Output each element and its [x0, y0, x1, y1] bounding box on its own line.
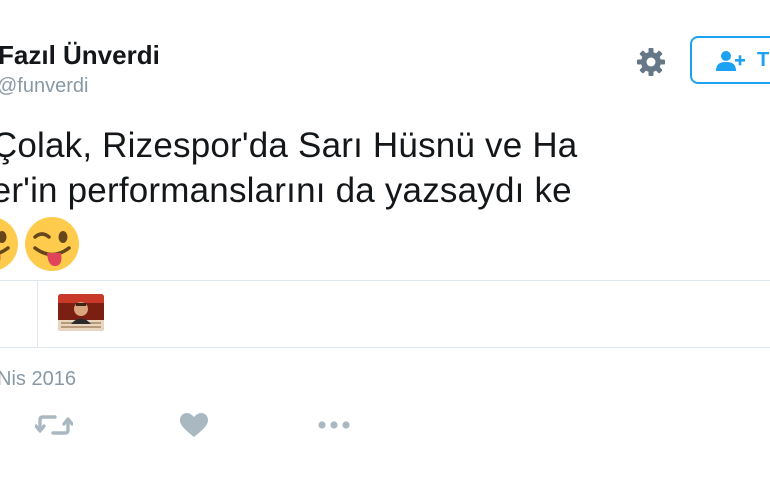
retweet-button[interactable]: [34, 410, 74, 440]
liker-avatar[interactable]: [58, 294, 104, 331]
tweet-text-line-1: ı Çolak, Rizespor'da Sarı Hüsnü ve Ha: [0, 126, 578, 165]
user-display-name[interactable]: Fazıl Ünverdi: [0, 40, 160, 71]
retweet-icon: [34, 415, 74, 435]
follow-button-label: T: [757, 49, 770, 71]
tweet-date[interactable]: Nis 2016: [0, 368, 76, 391]
stats-top-divider: [0, 280, 770, 281]
like-button[interactable]: [178, 410, 210, 440]
more-icon: [318, 421, 350, 429]
stats-bottom-divider: [0, 347, 770, 348]
stats-vertical-divider: [37, 281, 38, 347]
user-handle[interactable]: @funverdi: [0, 75, 88, 98]
more-button[interactable]: [314, 410, 354, 440]
add-user-icon: [716, 51, 745, 71]
heart-icon: [180, 413, 208, 437]
tweet-text-line-2: her'in performanslarını da yazsaydı ke: [0, 171, 572, 210]
winking-face-with-tongue-emoji: [0, 218, 18, 270]
winking-face-with-tongue-emoji: [25, 217, 79, 271]
avatar-image: [58, 294, 104, 331]
settings-button[interactable]: [633, 44, 669, 80]
follow-button[interactable]: T: [690, 36, 770, 84]
gear-icon: [637, 48, 665, 76]
